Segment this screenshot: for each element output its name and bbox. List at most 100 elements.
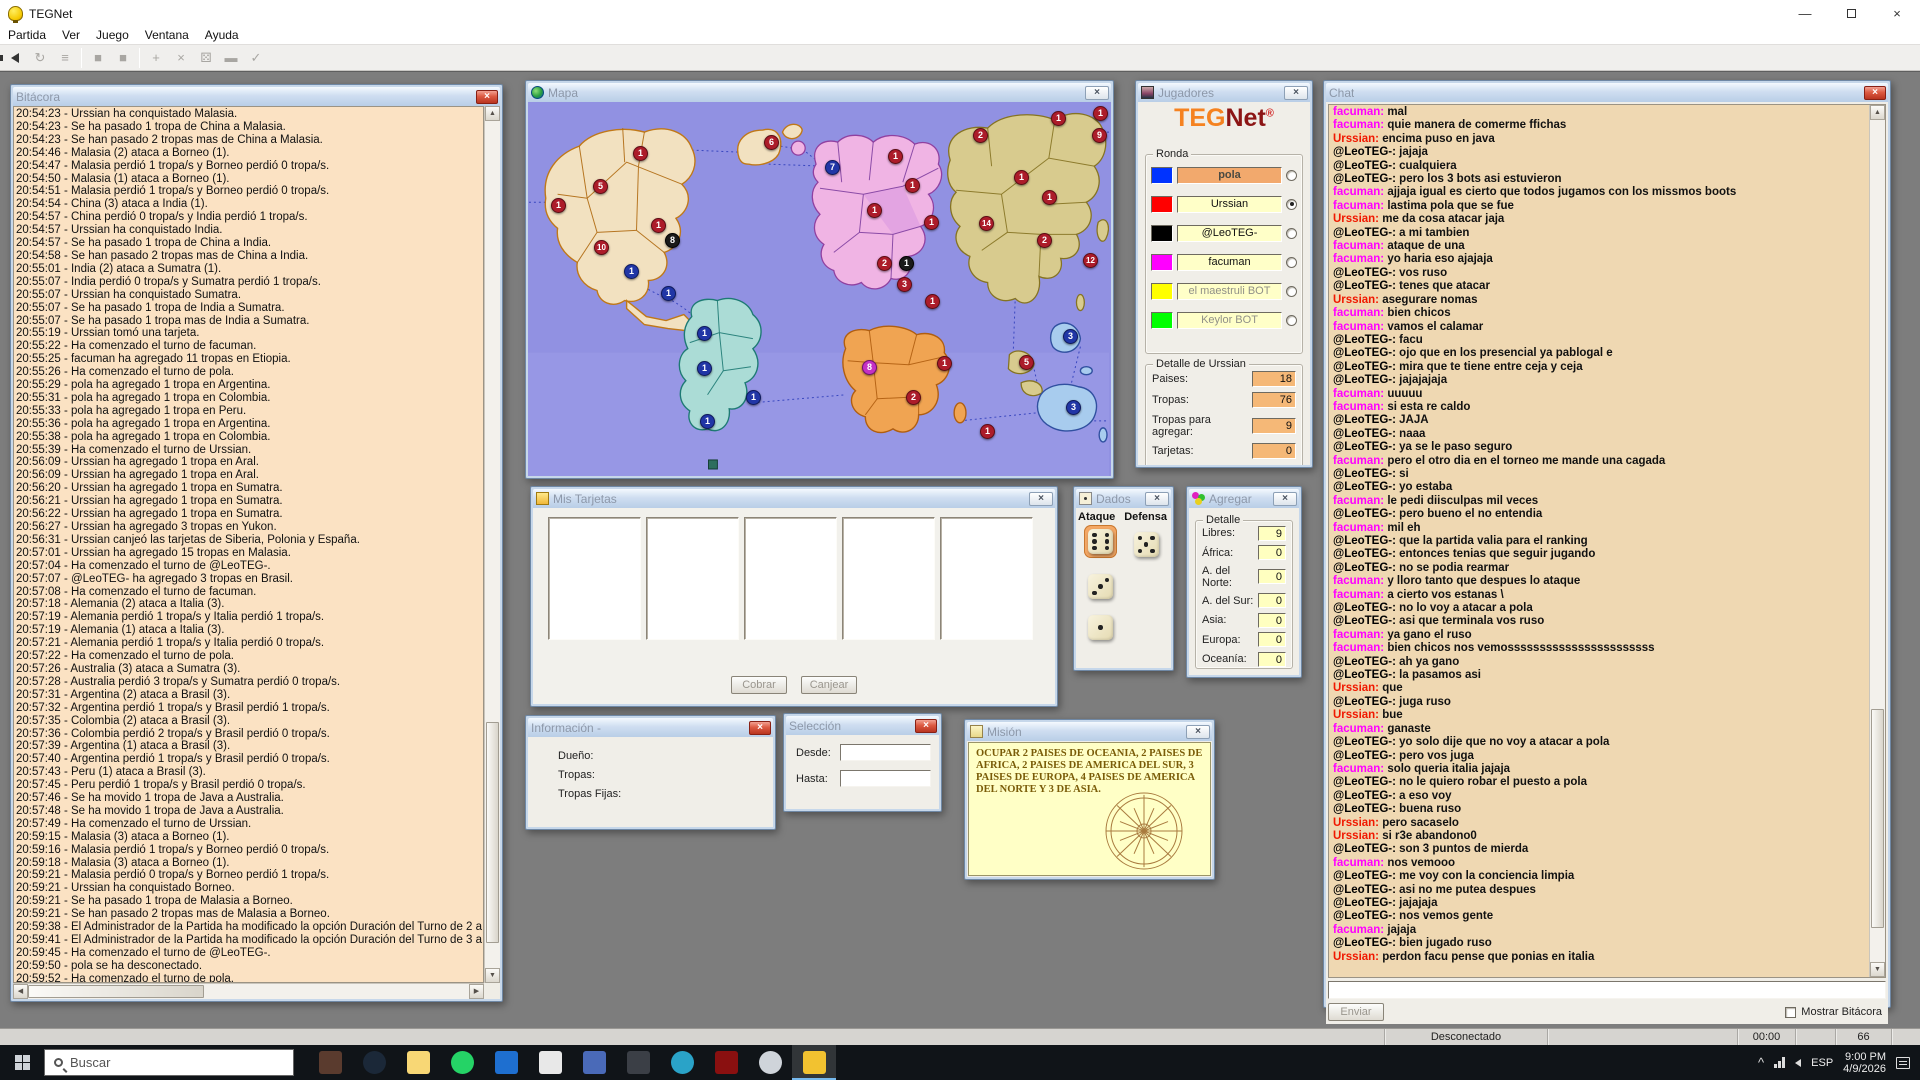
taskbar-tegnet-icon[interactable] bbox=[792, 1045, 836, 1080]
country-troops-badge[interactable]: 2 bbox=[973, 128, 988, 143]
player-radio[interactable] bbox=[1286, 199, 1297, 210]
taskbar-opera-icon[interactable] bbox=[748, 1045, 792, 1080]
chat-titlebar[interactable]: Chat × bbox=[1326, 83, 1888, 102]
start-button[interactable] bbox=[0, 1045, 44, 1080]
country-troops-badge[interactable]: 1 bbox=[924, 215, 939, 230]
bitacora-close-icon[interactable]: × bbox=[476, 90, 498, 104]
scroll-down-icon[interactable]: ▼ bbox=[1870, 962, 1885, 977]
main-titlebar[interactable]: TEGNet — × bbox=[0, 0, 1920, 27]
toolbar-card-icon[interactable]: ▬ bbox=[219, 47, 243, 69]
mapa-close-icon[interactable]: × bbox=[1085, 86, 1109, 100]
taskbar-notes-icon[interactable] bbox=[572, 1045, 616, 1080]
player-radio[interactable] bbox=[1286, 228, 1297, 239]
scroll-thumb[interactable] bbox=[486, 722, 499, 942]
scroll-up-icon[interactable]: ▲ bbox=[485, 106, 500, 121]
jugadores-close-icon[interactable]: × bbox=[1284, 86, 1308, 100]
hasta-input[interactable] bbox=[840, 770, 931, 787]
menu-ayuda[interactable]: Ayuda bbox=[197, 27, 247, 44]
country-troops-badge[interactable]: 1 bbox=[700, 414, 715, 429]
country-troops-badge[interactable]: 14 bbox=[979, 216, 994, 231]
informacion-close-icon[interactable]: × bbox=[749, 721, 771, 735]
country-troops-badge[interactable]: 1 bbox=[661, 286, 676, 301]
canjear-button[interactable]: Canjear bbox=[801, 676, 857, 694]
seleccion-titlebar[interactable]: Selección × bbox=[786, 716, 939, 735]
country-troops-badge[interactable]: 1 bbox=[651, 218, 666, 233]
taskbar-steam-icon[interactable] bbox=[352, 1045, 396, 1080]
toolbar-speaker-icon[interactable] bbox=[3, 47, 27, 69]
country-troops-badge[interactable]: 2 bbox=[906, 390, 921, 405]
jugadores-titlebar[interactable]: Jugadores × bbox=[1138, 83, 1310, 102]
dados-close-icon[interactable]: × bbox=[1145, 492, 1169, 506]
taskbar-search[interactable]: Buscar bbox=[44, 1049, 294, 1076]
scroll-up-icon[interactable]: ▲ bbox=[1870, 105, 1885, 120]
toolbar-refresh-icon[interactable]: ↻ bbox=[28, 47, 52, 69]
scroll-thumb[interactable] bbox=[1871, 709, 1884, 928]
country-troops-badge[interactable]: 1 bbox=[1093, 106, 1108, 121]
scroll-thumb[interactable] bbox=[28, 985, 204, 998]
agregar-titlebar[interactable]: Agregar × bbox=[1189, 489, 1299, 508]
country-troops-badge[interactable]: 10 bbox=[594, 240, 609, 255]
restore-button[interactable] bbox=[1828, 0, 1874, 27]
taskbar-whatsapp-icon[interactable] bbox=[440, 1045, 484, 1080]
bitacora-titlebar[interactable]: Bitácora × bbox=[13, 87, 500, 106]
player-radio[interactable] bbox=[1286, 286, 1297, 297]
country-troops-badge[interactable]: 3 bbox=[1063, 329, 1078, 344]
toolbar-dice-icon[interactable]: ⚄ bbox=[194, 47, 218, 69]
tray-expand-icon[interactable]: ^ bbox=[1758, 1055, 1764, 1070]
menu-juego[interactable]: Juego bbox=[88, 27, 137, 44]
country-troops-badge[interactable]: 2 bbox=[877, 256, 892, 271]
chat-close-icon[interactable]: × bbox=[1864, 86, 1886, 100]
minimize-button[interactable]: — bbox=[1782, 0, 1828, 27]
country-troops-badge[interactable]: 8 bbox=[862, 360, 877, 375]
country-troops-badge[interactable]: 7 bbox=[825, 160, 840, 175]
player-radio[interactable] bbox=[1286, 170, 1297, 181]
country-troops-badge[interactable]: 1 bbox=[633, 146, 648, 161]
desde-input[interactable] bbox=[840, 744, 931, 761]
country-troops-badge[interactable]: 1 bbox=[697, 361, 712, 376]
taskbar-file-explorer-icon[interactable] bbox=[396, 1045, 440, 1080]
tarjetas-titlebar[interactable]: Mis Tarjetas × bbox=[533, 489, 1055, 508]
world-map[interactable]: 1511810116711112132119111421213531111812… bbox=[528, 102, 1111, 476]
taskbar-acrobat-icon[interactable] bbox=[704, 1045, 748, 1080]
menu-ventana[interactable]: Ventana bbox=[137, 27, 197, 44]
chat-input[interactable] bbox=[1328, 981, 1886, 999]
toolbar-stop2-icon[interactable]: ■ bbox=[111, 47, 135, 69]
country-troops-badge[interactable]: 1 bbox=[697, 326, 712, 341]
country-troops-badge[interactable]: 1 bbox=[888, 149, 903, 164]
network-icon[interactable] bbox=[1774, 1057, 1785, 1068]
country-troops-badge[interactable]: 8 bbox=[665, 233, 680, 248]
country-troops-badge[interactable]: 9 bbox=[1092, 128, 1107, 143]
country-troops-badge[interactable]: 1 bbox=[746, 390, 761, 405]
seleccion-close-icon[interactable]: × bbox=[915, 719, 937, 733]
country-troops-badge[interactable]: 1 bbox=[937, 356, 952, 371]
country-troops-badge[interactable]: 1 bbox=[1042, 190, 1057, 205]
toolbar-list-icon[interactable]: ≡ bbox=[53, 47, 77, 69]
player-radio[interactable] bbox=[1286, 257, 1297, 268]
taskbar-word-icon[interactable] bbox=[528, 1045, 572, 1080]
menu-ver[interactable]: Ver bbox=[54, 27, 88, 44]
cobrar-button[interactable]: Cobrar bbox=[731, 676, 787, 694]
country-troops-badge[interactable]: 3 bbox=[897, 277, 912, 292]
country-troops-badge[interactable]: 3 bbox=[1066, 400, 1081, 415]
taskbar-mail-icon[interactable] bbox=[484, 1045, 528, 1080]
bitacora-vscrollbar[interactable]: ▲ ▼ bbox=[484, 106, 500, 983]
country-troops-badge[interactable]: 1 bbox=[624, 264, 639, 279]
bitacora-log-list[interactable]: 20:54:23 - Urssian ha conquistado Malasi… bbox=[13, 106, 484, 983]
country-troops-badge[interactable]: 1 bbox=[1051, 111, 1066, 126]
chat-message-list[interactable]: ▲ ▼ facuman: malfacuman: quie manera de … bbox=[1328, 104, 1886, 978]
mision-close-icon[interactable]: × bbox=[1186, 725, 1210, 739]
country-troops-badge[interactable]: 1 bbox=[551, 198, 566, 213]
notification-center-icon[interactable] bbox=[1896, 1057, 1910, 1069]
toolbar-close-icon[interactable]: × bbox=[169, 47, 193, 69]
enviar-button[interactable]: Enviar bbox=[1328, 1003, 1384, 1021]
menu-partida[interactable]: Partida bbox=[0, 27, 54, 44]
mision-titlebar[interactable]: Misión × bbox=[967, 722, 1212, 741]
taskbar-calculator-icon[interactable] bbox=[616, 1045, 660, 1080]
taskbar-game-icon[interactable] bbox=[308, 1045, 352, 1080]
country-troops-badge[interactable]: 5 bbox=[1019, 355, 1034, 370]
country-troops-badge[interactable]: 5 bbox=[593, 179, 608, 194]
country-troops-badge[interactable]: 1 bbox=[925, 294, 940, 309]
volume-icon[interactable] bbox=[1795, 1059, 1801, 1067]
toolbar-plus-icon[interactable]: + bbox=[144, 47, 168, 69]
language-indicator[interactable]: ESP bbox=[1811, 1057, 1833, 1069]
